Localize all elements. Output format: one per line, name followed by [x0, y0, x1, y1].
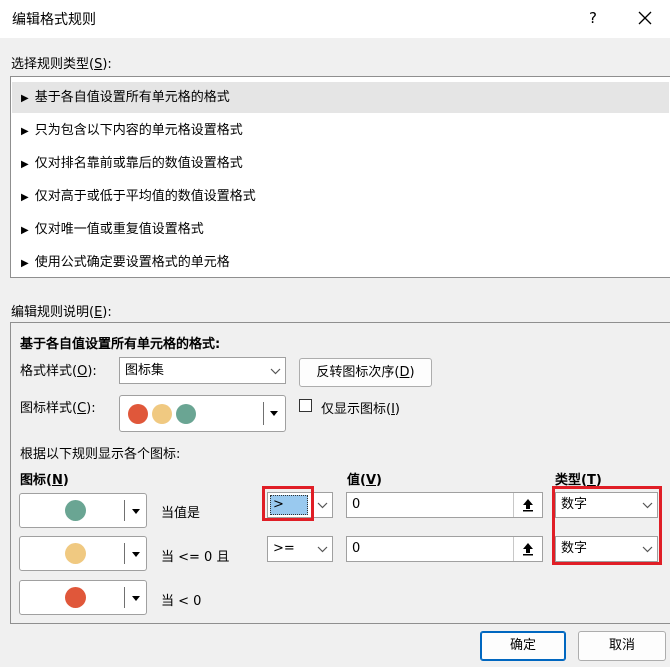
title-bar — [0, 0, 670, 38]
ok-button[interactable]: 确定 — [480, 631, 566, 661]
icon-select-row-2[interactable] — [19, 536, 147, 571]
rule-type-list[interactable]: ▶ 基于各自值设置所有单元格的格式 ▶ 只为包含以下内容的单元格设置格式 ▶ 仅对排名… — [10, 76, 670, 278]
dropdown-arrow-icon — [270, 411, 278, 416]
red-circle-icon — [65, 587, 86, 608]
green-circle-icon — [65, 500, 86, 521]
icon-select-row-1[interactable] — [19, 493, 147, 528]
range-picker-button[interactable] — [513, 537, 542, 561]
upload-arrow-icon — [523, 543, 533, 556]
cancel-button[interactable]: 取消 — [578, 631, 666, 661]
edit-rule-label: 编辑规则说明(E): — [11, 305, 112, 320]
edit-heading: 基于各自值设置所有单元格的格式: — [20, 337, 221, 352]
rule-type-item[interactable]: ▶ 使用公式确定要设置格式的单元格 — [12, 247, 669, 278]
chevron-down-icon — [270, 358, 281, 384]
rule-type-label: 选择规则类型(S): — [11, 57, 112, 72]
reverse-icon-order-button[interactable]: 反转图标次序(D) — [299, 358, 432, 387]
column-icon-header: 图标(N) — [20, 473, 69, 488]
dropdown-arrow-icon — [132, 552, 140, 557]
dropdown-arrow-icon — [132, 596, 140, 601]
operator-value-row-2: >= — [273, 541, 295, 556]
condition-label-row-2: 当 <= 0 且 — [161, 550, 230, 565]
triangle-right-icon: ▶ — [21, 126, 29, 137]
rule-type-item[interactable]: ▶ 只为包含以下内容的单元格设置格式 — [12, 115, 669, 146]
rule-type-item[interactable]: ▶ 基于各自值设置所有单元格的格式 — [12, 82, 669, 113]
red-circle-icon — [128, 404, 148, 424]
format-style-value: 图标集 — [125, 363, 165, 378]
icon-style-select[interactable] — [119, 395, 286, 432]
triangle-right-icon: ▶ — [21, 93, 29, 104]
dialog-title: 编辑格式规则 — [12, 12, 96, 28]
icon-select-row-3[interactable] — [19, 580, 147, 615]
condition-label-row-1: 当值是 — [161, 506, 201, 521]
show-icon-only-checkbox[interactable] — [299, 399, 312, 412]
value-input-row-2[interactable]: 0 — [346, 536, 543, 562]
operator-select-row-2[interactable]: >= — [267, 536, 333, 562]
green-circle-icon — [176, 404, 196, 424]
yellow-circle-icon — [152, 404, 172, 424]
yellow-circle-icon — [65, 543, 86, 564]
range-picker-button[interactable] — [513, 493, 542, 517]
format-style-select[interactable]: 图标集 — [119, 357, 286, 384]
rules-caption: 根据以下规则显示各个图标: — [20, 447, 181, 462]
help-button[interactable]: ? — [580, 5, 606, 31]
close-button[interactable] — [632, 5, 658, 31]
chevron-down-icon — [317, 537, 328, 561]
rule-type-item[interactable]: ▶ 仅对唯一值或重复值设置格式 — [12, 214, 669, 245]
show-icon-only-label: 仅显示图标(I) — [321, 402, 400, 417]
triangle-right-icon: ▶ — [21, 192, 29, 203]
highlight-box-operator — [262, 486, 314, 521]
upload-arrow-icon — [523, 499, 533, 512]
close-icon — [638, 11, 652, 24]
highlight-box-type — [552, 486, 662, 565]
dropdown-arrow-icon — [132, 509, 140, 514]
triangle-right-icon: ▶ — [21, 258, 29, 269]
icon-style-label: 图标样式(C): — [20, 401, 96, 416]
rule-type-item[interactable]: ▶ 仅对排名靠前或靠后的数值设置格式 — [12, 148, 669, 179]
triangle-right-icon: ▶ — [21, 225, 29, 236]
column-value-header: 值(V) — [347, 473, 382, 488]
triangle-right-icon: ▶ — [21, 159, 29, 170]
rule-type-item[interactable]: ▶ 仅对高于或低于平均值的数值设置格式 — [12, 181, 669, 212]
value-input-row-1[interactable]: 0 — [346, 492, 543, 518]
chevron-down-icon — [317, 493, 328, 517]
format-style-label: 格式样式(O): — [20, 364, 97, 379]
condition-label-row-3: 当 < 0 — [161, 594, 202, 609]
